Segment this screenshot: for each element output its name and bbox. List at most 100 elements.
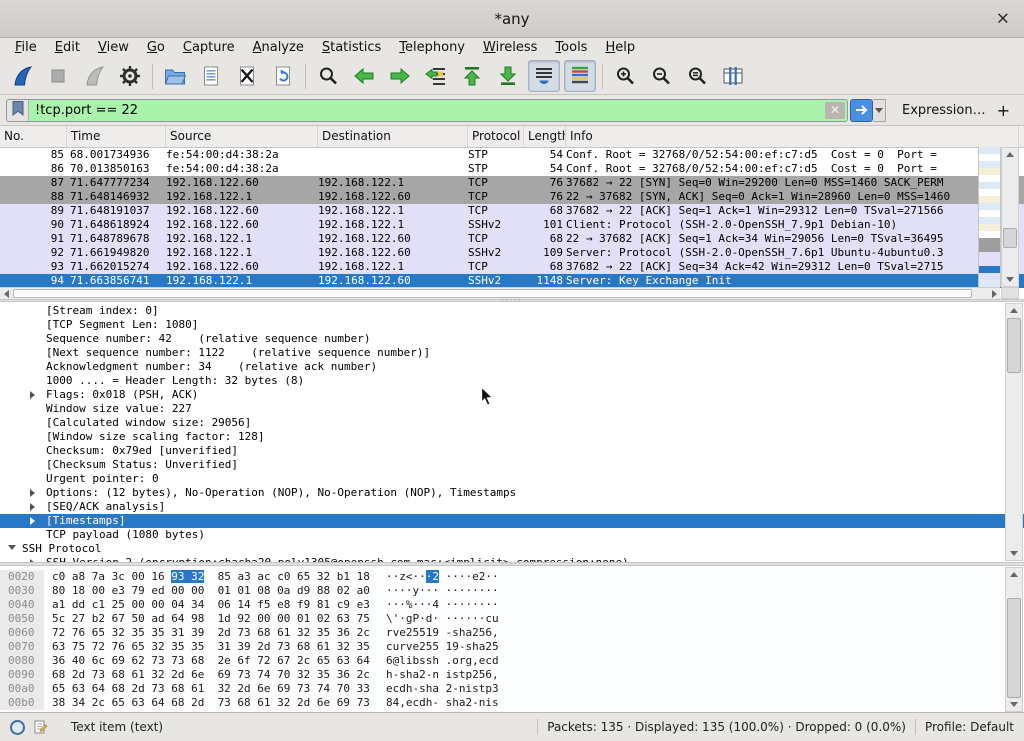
filter-clear-button[interactable]: ✕ (825, 102, 845, 119)
packet-row[interactable]: 8871.648146932192.168.122.1192.168.122.6… (0, 190, 1024, 204)
detail-line[interactable]: [Timestamps] (0, 514, 1024, 528)
menu-capture[interactable]: Capture (174, 39, 244, 56)
start-capture-button[interactable] (6, 60, 38, 92)
collapsed-arrow-icon[interactable] (30, 391, 35, 399)
scroll-down-icon[interactable] (1006, 698, 1022, 711)
column-header-no[interactable]: No. (0, 126, 67, 147)
packet-row[interactable]: 8568.001734936fe:54:00:d4:38:2aSTP54Conf… (0, 148, 1024, 162)
column-header-destination[interactable]: Destination (318, 126, 468, 147)
display-filter-input[interactable] (29, 103, 825, 118)
title-bar[interactable]: *any × (0, 0, 1024, 38)
detail-line[interactable]: [Calculated window size: 29056] (0, 416, 1024, 430)
expanded-arrow-icon[interactable] (8, 545, 16, 550)
detail-line[interactable]: Checksum: 0x79ed [unverified] (0, 444, 1024, 458)
column-header-source[interactable]: Source (166, 126, 318, 147)
detail-line[interactable]: [Checksum Status: Unverified] (0, 458, 1024, 472)
packet-list-hscrollbar[interactable] (0, 287, 1000, 299)
resize-columns-button[interactable] (717, 60, 749, 92)
menu-analyze[interactable]: Analyze (244, 39, 313, 56)
hscroll-thumb[interactable] (13, 289, 972, 298)
hex-row[interactable]: 00b038 34 2c 65 63 64 68 2d 73 68 61 32 … (0, 696, 1024, 710)
colorize-button[interactable] (564, 60, 596, 92)
packet-row[interactable]: 9271.661949820192.168.122.1192.168.122.6… (0, 246, 1024, 260)
menu-view[interactable]: View (89, 39, 138, 56)
open-file-button[interactable] (159, 60, 191, 92)
detail-line[interactable]: Acknowledgment number: 34 (relative ack … (0, 360, 1024, 374)
hex-row[interactable]: 0040a1 dd c1 25 00 00 04 34 06 14 f5 e8 … (0, 598, 1024, 612)
packet-row[interactable]: 9371.662015274192.168.122.60192.168.122.… (0, 260, 1024, 274)
packet-row[interactable]: 9471.663856741192.168.122.1192.168.122.6… (0, 274, 1024, 288)
packet-row[interactable]: 8771.647777234192.168.122.60192.168.122.… (0, 176, 1024, 190)
scroll-thumb[interactable] (1007, 318, 1021, 373)
zoom-reset-button[interactable] (681, 60, 713, 92)
packet-row[interactable]: 9071.648618924192.168.122.60192.168.122.… (0, 218, 1024, 232)
bytes-vscrollbar[interactable] (1005, 567, 1023, 712)
column-header-time[interactable]: Time (67, 126, 166, 147)
reload-file-button[interactable] (267, 60, 299, 92)
packet-row[interactable]: 8670.013850163fe:54:00:d4:38:2aSTP54Conf… (0, 162, 1024, 176)
collapsed-arrow-icon[interactable] (30, 489, 35, 497)
detail-line[interactable]: [Next sequence number: 1122 (relative se… (0, 346, 1024, 360)
menu-statistics[interactable]: Statistics (313, 39, 390, 56)
display-filter-box[interactable]: ✕ (6, 99, 848, 122)
capture-comment-icon[interactable] (34, 720, 48, 734)
detail-line[interactable]: [Window size scaling factor: 128] (0, 430, 1024, 444)
detail-line[interactable]: [TCP Segment Len: 1080] (0, 318, 1024, 332)
detail-line[interactable]: Flags: 0x018 (PSH, ACK) (0, 388, 1024, 402)
menu-edit[interactable]: Edit (46, 39, 89, 56)
scroll-right-icon[interactable] (988, 288, 1000, 299)
add-filter-button[interactable]: + (997, 101, 1010, 120)
hex-row[interactable]: 003080 18 00 e3 79 ed 00 00 01 01 08 0a … (0, 584, 1024, 598)
scroll-left-icon[interactable] (0, 288, 12, 299)
goto-packet-button[interactable] (420, 60, 452, 92)
zoom-in-button[interactable] (609, 60, 641, 92)
collapsed-arrow-icon[interactable] (30, 503, 35, 511)
detail-line[interactable]: Sequence number: 42 (relative sequence n… (0, 332, 1024, 346)
autoscroll-button[interactable] (528, 60, 560, 92)
close-window-button[interactable]: × (996, 10, 1010, 27)
menu-telephony[interactable]: Telephony (390, 39, 474, 56)
menu-tools[interactable]: Tools (546, 39, 596, 56)
hex-row[interactable]: 00505c 27 b2 67 50 ad 64 98 1d 92 00 00 … (0, 612, 1024, 626)
filter-bookmark-button[interactable] (7, 100, 29, 121)
scroll-up-icon[interactable] (1002, 148, 1018, 161)
zoom-out-button[interactable] (645, 60, 677, 92)
detail-line[interactable]: [Stream index: 0] (0, 304, 1024, 318)
detail-line[interactable]: Options: (12 bytes), No-Operation (NOP),… (0, 486, 1024, 500)
find-packet-button[interactable] (312, 60, 344, 92)
scroll-thumb[interactable] (1007, 598, 1021, 698)
intelligent-scrollbar-minimap[interactable] (978, 147, 1001, 287)
expert-info-icon[interactable] (10, 720, 25, 735)
hex-row[interactable]: 008036 40 6c 69 62 73 73 68 2e 6f 72 67 … (0, 654, 1024, 668)
column-header-info[interactable]: Info (566, 126, 1019, 147)
menu-go[interactable]: Go (138, 39, 174, 56)
packet-list-vscrollbar[interactable] (1001, 147, 1019, 287)
menu-file[interactable]: File (6, 39, 46, 56)
restart-capture-button[interactable] (78, 60, 110, 92)
filter-apply-button[interactable] (850, 99, 873, 122)
scroll-up-icon[interactable] (1006, 304, 1022, 317)
scroll-up-icon[interactable] (1006, 568, 1022, 581)
profile-selector[interactable]: Profile: Default (925, 720, 1014, 734)
hex-row[interactable]: 0020c0 a8 7a 3c 00 16 93 32 85 a3 ac c0 … (0, 570, 1024, 584)
scroll-down-icon[interactable] (1002, 273, 1018, 286)
column-header-protocol[interactable]: Protocol (468, 126, 524, 147)
close-file-button[interactable] (231, 60, 263, 92)
previous-packet-button[interactable] (348, 60, 380, 92)
collapsed-arrow-icon[interactable] (30, 517, 35, 525)
hex-row[interactable]: 009068 2d 73 68 61 32 2d 6e 69 73 74 70 … (0, 668, 1024, 682)
detail-line[interactable]: SSH Protocol (0, 542, 1024, 556)
save-file-button[interactable] (195, 60, 227, 92)
hex-row[interactable]: 006072 76 65 32 35 35 31 39 2d 73 68 61 … (0, 626, 1024, 640)
detail-line[interactable]: Urgent pointer: 0 (0, 472, 1024, 486)
detail-line[interactable]: Window size value: 227 (0, 402, 1024, 416)
packet-row[interactable]: 9171.648789678192.168.122.1192.168.122.6… (0, 232, 1024, 246)
last-packet-button[interactable] (492, 60, 524, 92)
hex-row[interactable]: 007063 75 72 76 65 32 35 35 31 39 2d 73 … (0, 640, 1024, 654)
first-packet-button[interactable] (456, 60, 488, 92)
scroll-thumb[interactable] (1003, 228, 1017, 248)
detail-line[interactable]: [SEQ/ACK analysis] (0, 500, 1024, 514)
capture-options-button[interactable] (114, 60, 146, 92)
next-packet-button[interactable] (384, 60, 416, 92)
detail-line[interactable]: 1000 .... = Header Length: 32 bytes (8) (0, 374, 1024, 388)
